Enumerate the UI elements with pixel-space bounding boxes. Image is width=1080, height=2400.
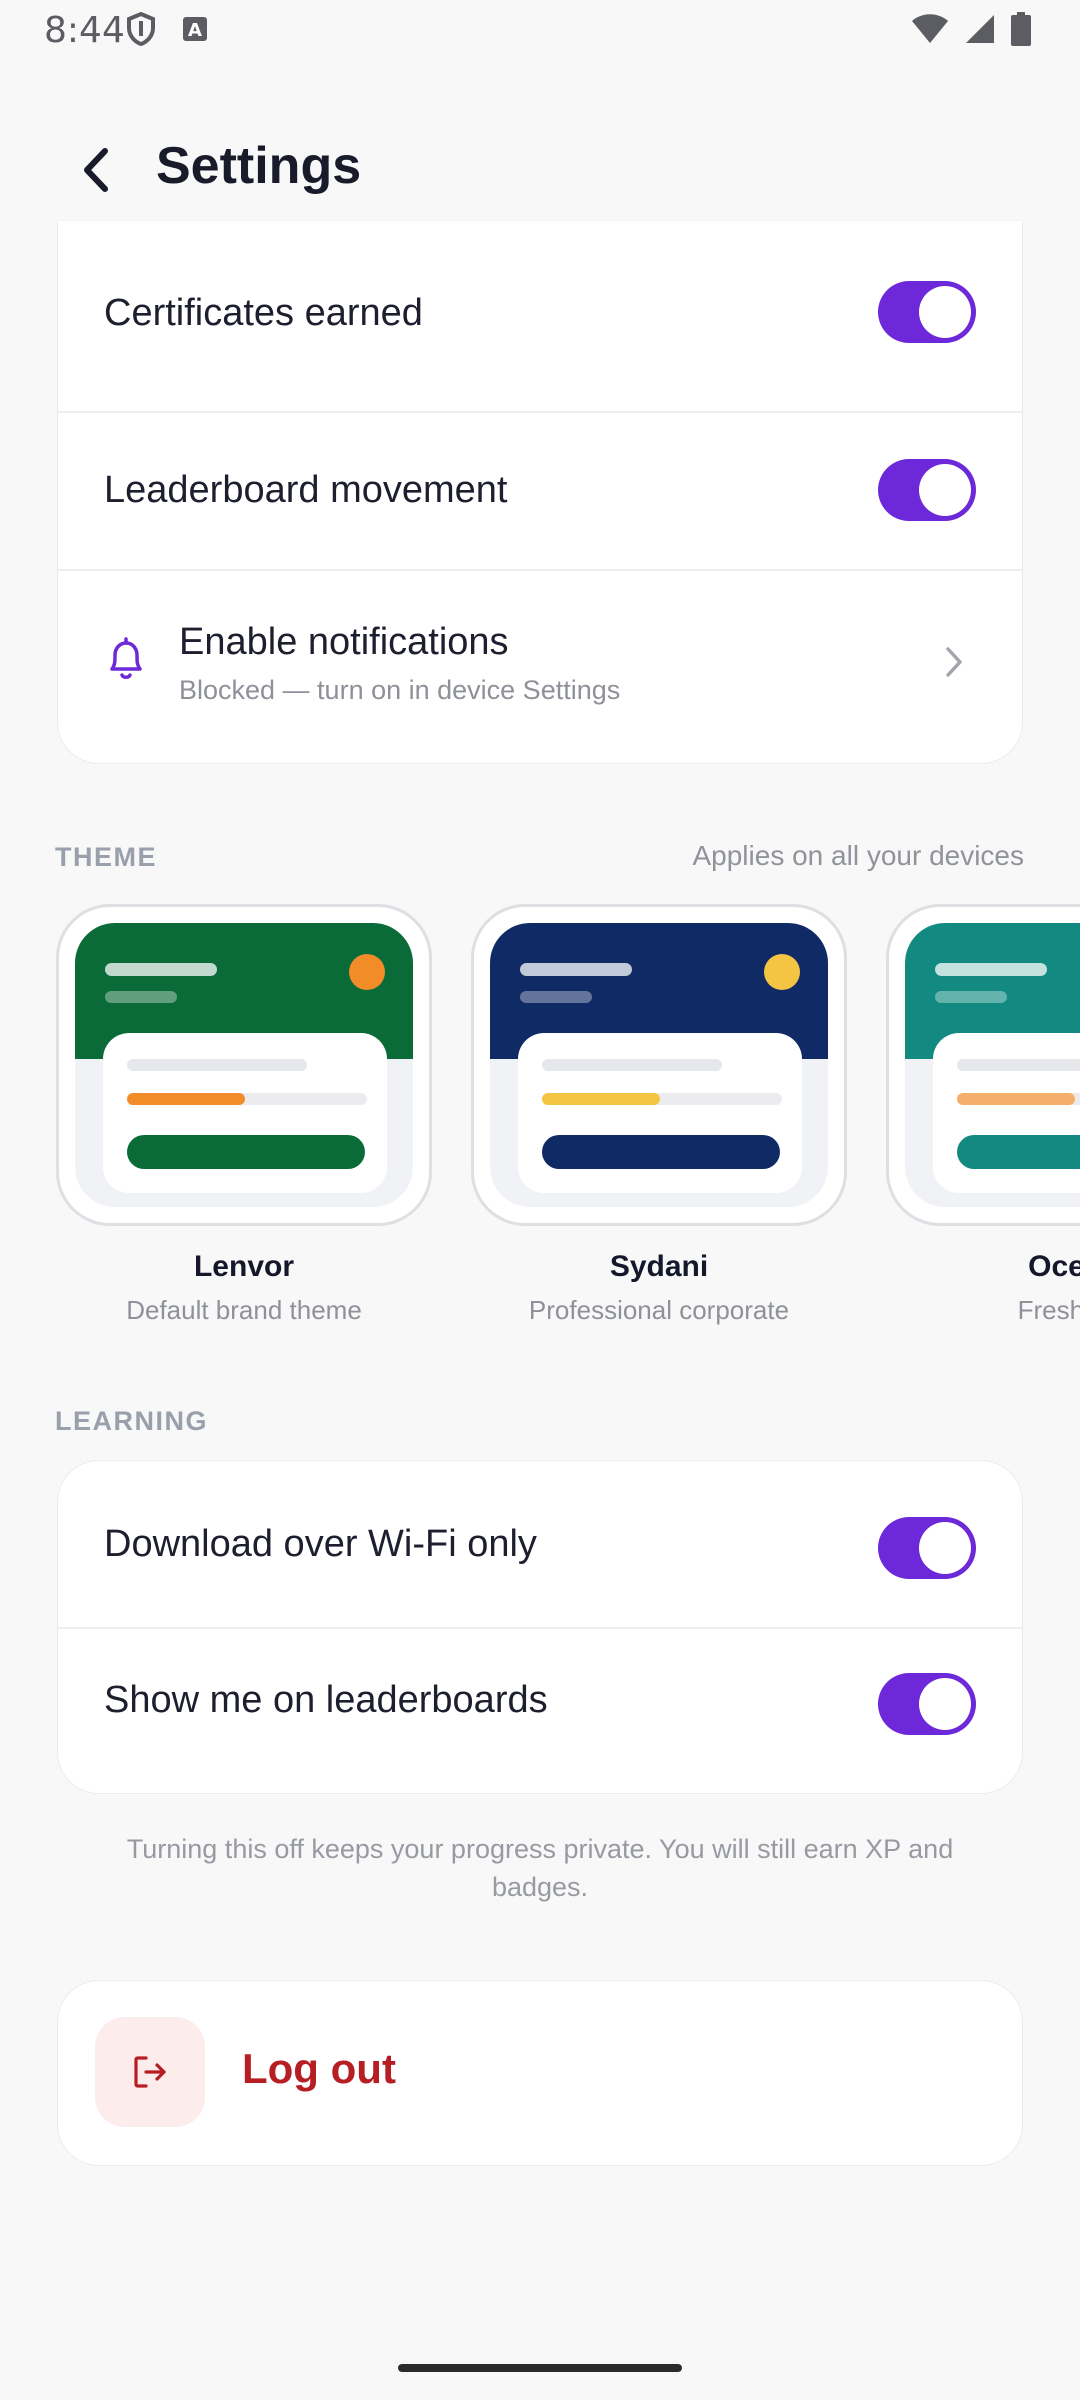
- show-on-leaderboards-row[interactable]: Show me on leaderboards: [58, 1627, 1022, 1793]
- battery-icon: [1010, 12, 1032, 51]
- certificates-label: Certificates earned: [104, 292, 423, 334]
- certificates-toggle[interactable]: [878, 281, 976, 343]
- theme-name-lenvor: Lenvor: [193, 1250, 295, 1283]
- status-time: 8:44: [44, 10, 125, 51]
- theme-name-ocean: Ocean: [1028, 1250, 1080, 1283]
- home-indicator[interactable]: [398, 2364, 682, 2372]
- logout-label: Log out: [242, 2045, 396, 2092]
- theme-section-label: THEME: [55, 842, 157, 872]
- enable-notifications-label: Enable notifications: [179, 621, 509, 663]
- bell-icon: [106, 635, 146, 688]
- theme-name-sydani: Sydani: [609, 1250, 709, 1283]
- certificates-row[interactable]: Certificates earned: [58, 249, 1022, 375]
- learning-card: Download over Wi-Fi only Show me on lead…: [57, 1460, 1023, 1794]
- show-on-leaderboards-label: Show me on leaderboards: [104, 1679, 548, 1721]
- shield-icon: [126, 11, 156, 51]
- leaderboard-movement-row[interactable]: Leaderboard movement: [58, 411, 1022, 569]
- wifi-only-toggle[interactable]: [878, 1517, 976, 1579]
- chevron-left-icon: [84, 148, 108, 192]
- show-on-leaderboards-toggle[interactable]: [878, 1673, 976, 1735]
- signal-icon: [964, 13, 996, 50]
- theme-description-sydani: Professional corporate: [528, 1295, 790, 1325]
- theme-description-lenvor: Default brand theme: [126, 1295, 362, 1325]
- wifi-only-label: Download over Wi-Fi only: [104, 1523, 537, 1565]
- svg-text:A: A: [188, 20, 202, 41]
- app-header: Settings: [0, 120, 1080, 220]
- theme-note: Applies on all your devices: [692, 840, 1024, 871]
- learning-section-label: LEARNING: [55, 1406, 208, 1436]
- theme-description-ocean: Fresh & n: [1017, 1295, 1080, 1325]
- enable-notifications-row[interactable]: Enable notifications Blocked — turn on i…: [58, 569, 1022, 759]
- theme-option-lenvor[interactable]: [56, 904, 432, 1226]
- wifi-only-row[interactable]: Download over Wi-Fi only: [58, 1461, 1022, 1627]
- theme-option-sydani[interactable]: [471, 904, 847, 1226]
- theme-option-ocean[interactable]: [886, 904, 1080, 1226]
- back-button[interactable]: [66, 140, 126, 200]
- leaderboard-movement-toggle[interactable]: [878, 459, 976, 521]
- status-bar: 8:44 A: [0, 0, 1080, 62]
- chevron-right-icon: [944, 645, 964, 684]
- enable-notifications-sublabel: Blocked — turn on in device Settings: [179, 675, 621, 705]
- logout-button[interactable]: Log out: [57, 1980, 1023, 2166]
- leaderboard-movement-label: Leaderboard movement: [104, 469, 508, 511]
- a-badge-icon: A: [182, 16, 208, 47]
- theme-option-ocean-clip: Ocean Fresh & n: [886, 880, 1080, 1340]
- notifications-card: Certificates earned Leaderboard movement…: [57, 220, 1023, 764]
- logout-icon: [95, 2017, 205, 2127]
- wifi-icon: [910, 13, 950, 50]
- leaderboard-footnote: Turning this off keeps your progress pri…: [126, 1834, 954, 1902]
- page-title: Settings: [156, 137, 362, 195]
